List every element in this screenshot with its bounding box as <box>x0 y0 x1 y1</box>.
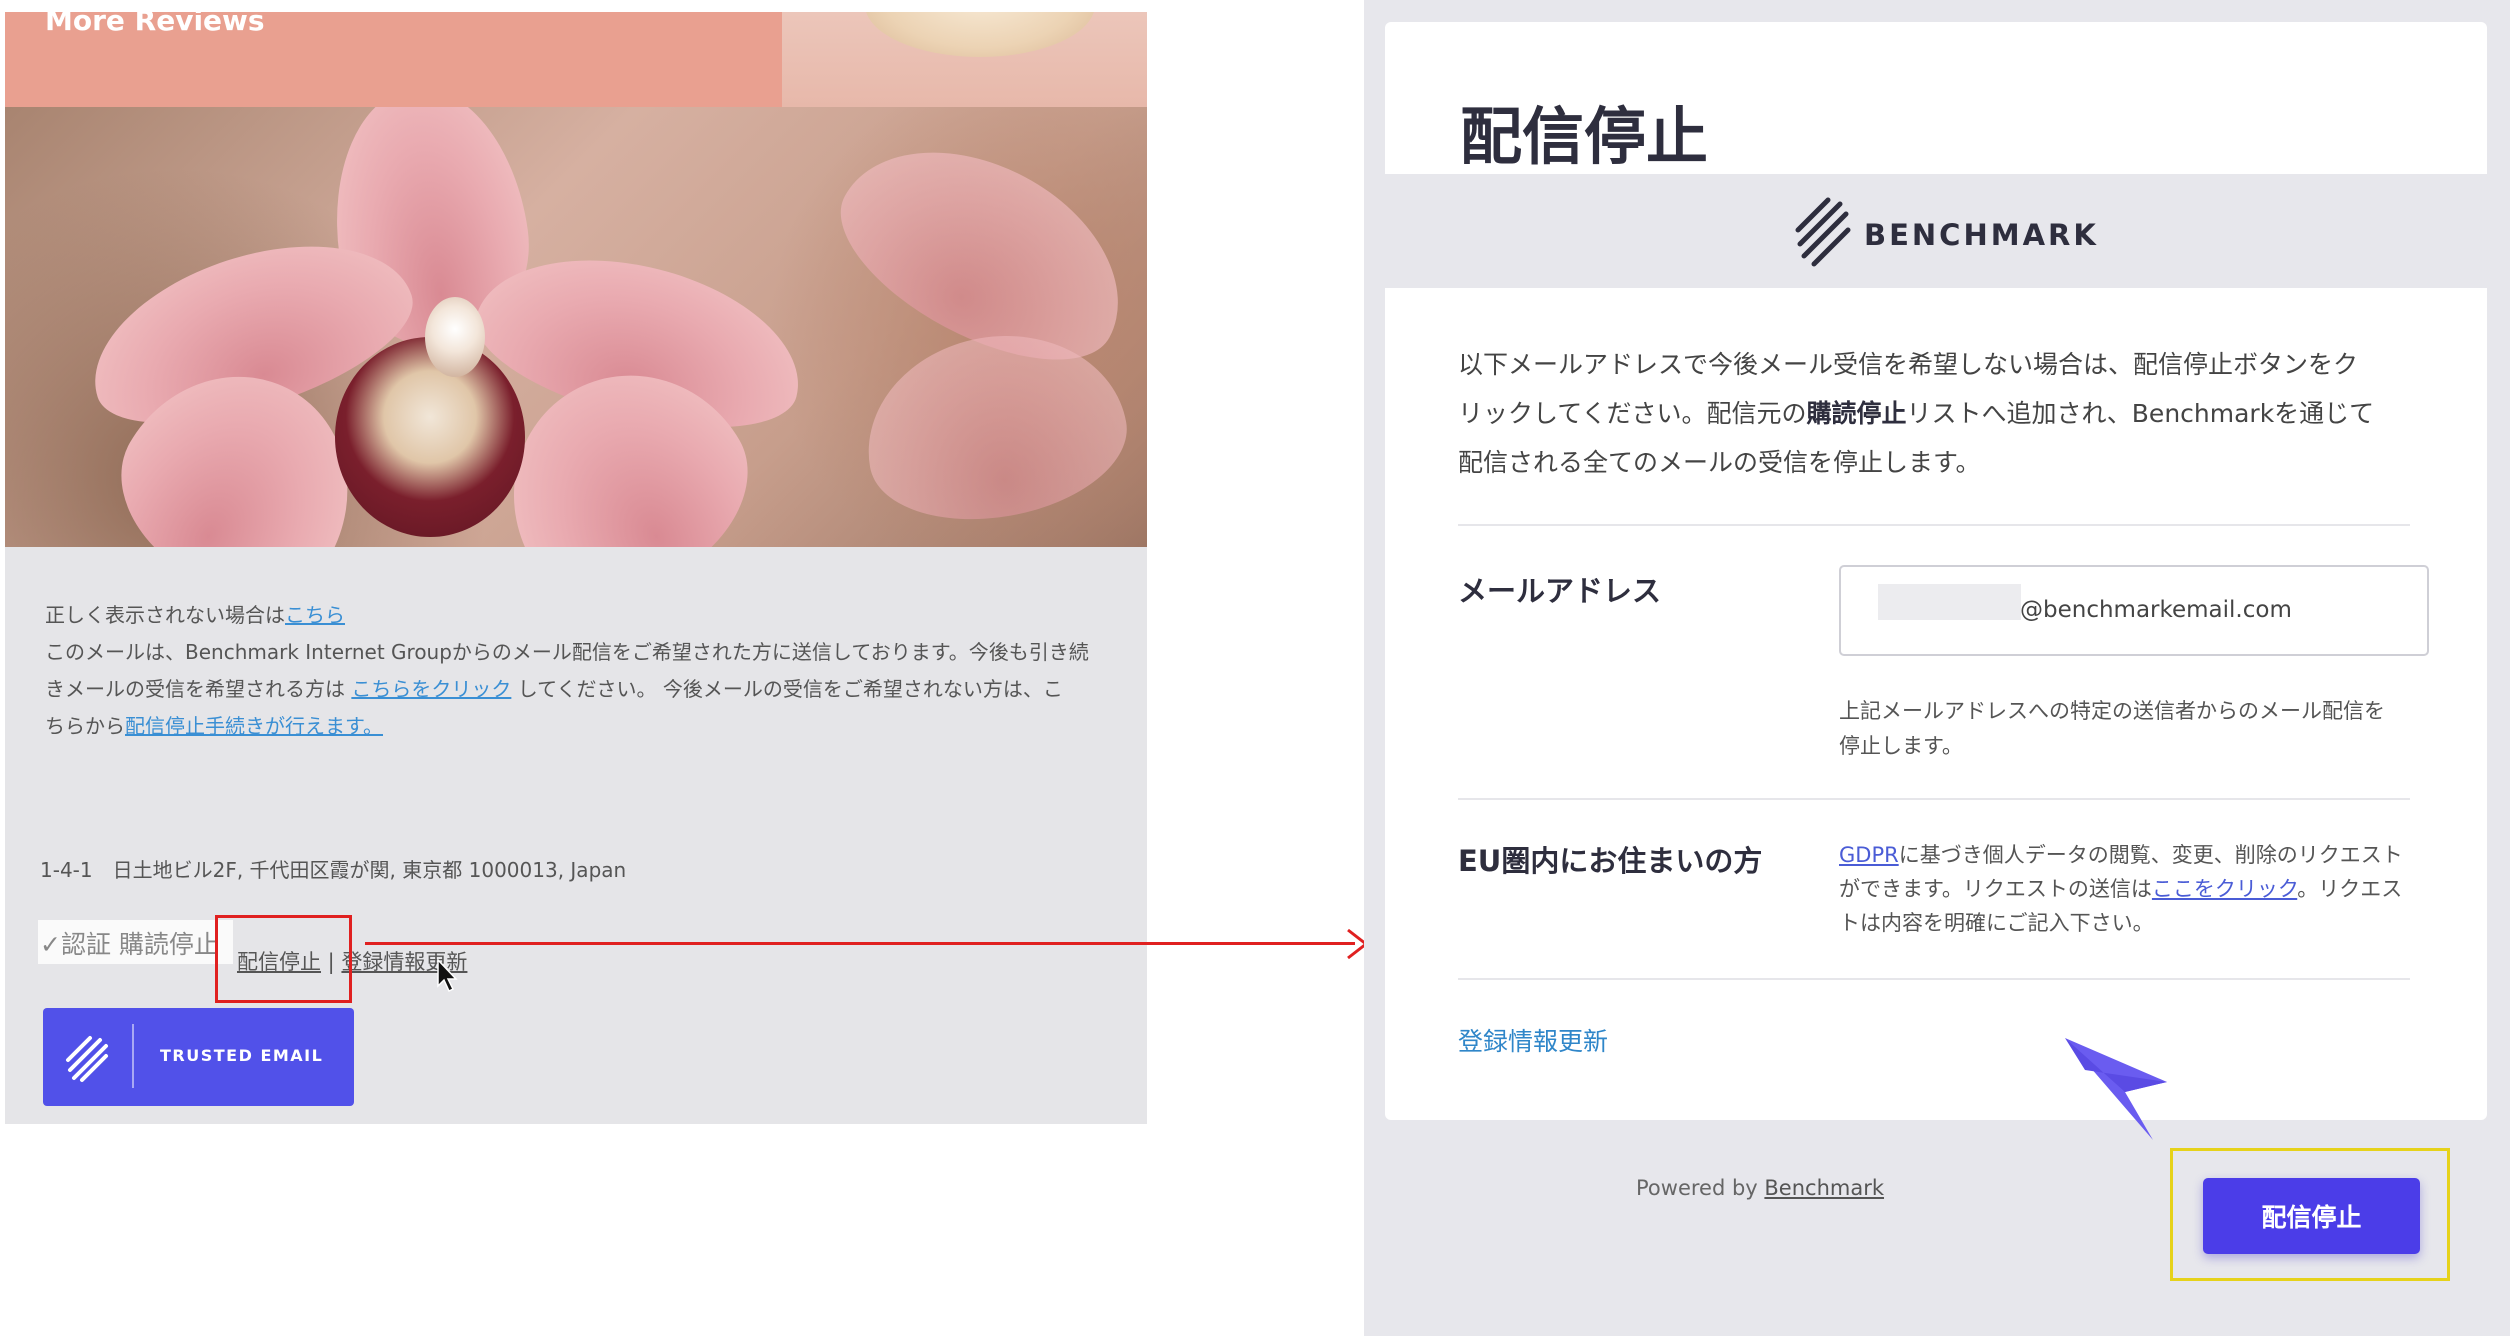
intro-text: 以下メールアドレスで今後メール受信を希望しない場合は、配信停止ボタンをク リック… <box>1458 340 2418 487</box>
benchmark-logo-icon <box>1795 197 1851 267</box>
divider <box>1458 524 2410 526</box>
continue-click-link[interactable]: こちらをクリック <box>351 677 511 701</box>
email-value: @benchmarkemail.com <box>2020 597 2292 623</box>
eu-residents-label: EU圏内にお住まいの方 <box>1458 844 1763 878</box>
pointer-arrow-icon <box>2065 1038 2167 1140</box>
gdpr-link[interactable]: GDPR <box>1839 843 1899 867</box>
mouse-cursor-icon <box>437 958 458 993</box>
consent-text-2: きメールの受信を希望される方は <box>45 677 352 701</box>
email-footer-text: 正しく表示されない場合はこちら このメールは、Benchmark Interne… <box>45 597 1089 745</box>
orchid-photo <box>5 107 1147 547</box>
consent-text: このメールは、Benchmark Internet Groupからのメール配信を… <box>45 640 1089 664</box>
benchmark-logo-icon <box>66 1036 108 1082</box>
intro-line: 配信される全てのメールの受信を停止します。 <box>1458 448 1981 477</box>
view-online-link[interactable]: こちら <box>285 603 345 627</box>
highlight-box-red <box>215 915 352 1003</box>
email-redaction <box>1878 584 2021 620</box>
intro-line: リックしてください。配信元の <box>1458 399 1807 428</box>
gdpr-text: GDPRに基づき個人データの閲覧、変更、削除のリクエストができます。リクエストの… <box>1839 838 2409 940</box>
email-label: メールアドレス <box>1458 574 1662 608</box>
update-profile-link[interactable]: 登録情報更新 <box>1458 1022 1608 1058</box>
email-help-text: 上記メールアドレスへの特定の送信者からのメール配信を停止します。 <box>1839 699 2385 758</box>
brand-name: BENCHMARK <box>1864 218 2099 252</box>
view-issue-text: 正しく表示されない場合は <box>45 603 285 627</box>
consent-text-3: してください。 今後メールの受信をご希望されない方は、こ <box>511 677 1063 701</box>
page-title: 配信停止 <box>1460 100 1709 173</box>
auth-label: ✓認証 購読停止 <box>40 930 219 959</box>
divider <box>1458 978 2410 980</box>
gdpr-request-link[interactable]: ここをクリック <box>2152 877 2297 901</box>
powered-by-text: Powered by <box>1636 1176 1765 1200</box>
powered-by: Powered by Benchmark <box>1636 1176 1884 1200</box>
connector-arrow-line <box>365 942 1355 945</box>
badge-divider <box>132 1024 134 1088</box>
intro-line: 以下メールアドレスで今後メール受信を希望しない場合は、配信停止ボタンをク <box>1458 350 2359 379</box>
unsubscribe-procedure-link[interactable]: 配信停止手続きが行えます。 <box>125 714 383 738</box>
intro-bold: 購読停止 <box>1806 399 1907 428</box>
unsubscribe-button[interactable]: 配信停止 <box>2203 1178 2420 1254</box>
divider <box>1458 798 2410 800</box>
trusted-email-label: TRUSTED EMAIL <box>160 1046 324 1065</box>
intro-line: リストへ追加され、Benchmarkを通じて <box>1906 399 2375 428</box>
postal-address: 1-4-1 日土地ビル2F, 千代田区霞が関, 東京都 1000013, Jap… <box>40 858 627 882</box>
header-text: More Reviews <box>45 12 265 37</box>
consent-text-4: ちらから <box>45 714 125 738</box>
benchmark-link[interactable]: Benchmark <box>1764 1176 1884 1200</box>
